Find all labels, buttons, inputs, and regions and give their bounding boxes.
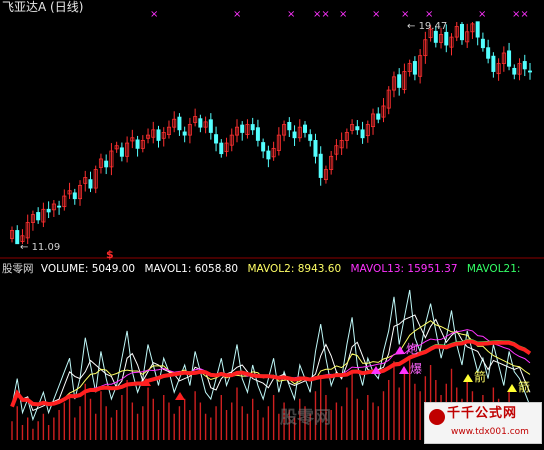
candle-body — [261, 142, 266, 152]
event-marker: ×× — [512, 9, 529, 20]
mavol1-value: MAVOL1: 6058.80 — [144, 263, 239, 275]
price-low-label: ← 11.09 — [20, 242, 61, 253]
event-marker: × — [401, 9, 409, 20]
event-marker: × — [478, 9, 486, 20]
brand-watermark: 千千公式网 www.tdx001.com — [424, 402, 542, 444]
candle-body — [119, 147, 124, 157]
explode-signal-triangle — [399, 366, 409, 374]
candle-body — [355, 126, 360, 131]
candle-body — [292, 131, 297, 139]
candle-body — [303, 124, 308, 133]
candle-body — [36, 212, 41, 221]
candle-body — [287, 122, 292, 131]
cannon-signal-label: 炮 — [406, 342, 418, 356]
candle-body — [15, 230, 20, 245]
trend-band — [10, 339, 532, 408]
candle-body — [88, 179, 93, 189]
candle-body — [57, 205, 62, 208]
candle-body — [266, 150, 271, 160]
mavol2-value: MAVOL2: 8943.60 — [247, 263, 342, 275]
cannon-signal-triangle — [395, 346, 405, 354]
arrow-signal-triangle — [463, 374, 473, 382]
candle-body — [250, 124, 255, 131]
candle-body — [318, 153, 323, 178]
arrow-signal-label: 箭 — [518, 379, 530, 394]
chart-title: 飞亚达A (日线) — [2, 0, 84, 14]
candle-body — [376, 113, 381, 120]
candle-body — [46, 208, 51, 213]
candle-body — [135, 139, 140, 149]
volume-line — [11, 289, 531, 422]
brand-title: 千千公式网 — [447, 406, 518, 421]
candle-body — [512, 67, 517, 75]
mavol13-value: MAVOL13: 15951.37 — [350, 263, 458, 275]
candle-body — [156, 129, 161, 141]
volume-indicator-header: 股零网 VOLUME: 5049.00 MAVOL1: 6058.80 MAVO… — [2, 263, 520, 276]
candle-body — [412, 61, 417, 75]
candle-body — [522, 61, 527, 70]
event-marker: × — [425, 9, 433, 20]
event-marker: × — [372, 9, 380, 20]
candle-body — [214, 134, 219, 144]
event-marker: × — [287, 9, 295, 20]
volume-value: VOLUME: 5049.00 — [40, 263, 136, 275]
mavol21-value: MAVOL21: — [466, 263, 521, 275]
candle-body — [240, 124, 245, 133]
site-watermark: 股零网 — [280, 408, 331, 428]
arrow-signal-triangle — [507, 384, 517, 392]
candle-body — [182, 131, 187, 136]
event-marker: ×× — [313, 9, 330, 20]
mavol21-line — [11, 338, 531, 407]
event-marker: × — [233, 9, 241, 20]
candle-body — [397, 74, 402, 88]
candle-body — [475, 21, 480, 38]
candle-body — [459, 23, 464, 41]
candle-body — [308, 134, 313, 141]
candle-body — [486, 47, 491, 59]
event-marker: × — [339, 9, 347, 20]
candle-body — [208, 119, 213, 133]
candle-body — [177, 116, 182, 131]
explode-signal-label: 爆 — [410, 362, 422, 376]
candle-body — [444, 31, 449, 46]
candle-body — [255, 127, 260, 141]
candle-body — [104, 160, 109, 168]
indicator-name: 股零网 — [2, 263, 34, 275]
mavol1-line — [11, 314, 531, 412]
brand-logo-icon — [429, 409, 445, 425]
candle-body — [491, 55, 496, 72]
event-marker: × — [150, 9, 158, 20]
candle-body — [219, 142, 224, 155]
candle-body — [528, 70, 533, 73]
candle-body — [198, 118, 203, 128]
arrow-signal-label: 箭 — [474, 369, 486, 384]
candle-body — [507, 50, 512, 67]
candle-body — [313, 140, 318, 157]
buy-signal-marker: $ — [106, 248, 114, 261]
stock-chart-window: × × × ×× × × × × × ×× 炮爆箭箭 飞亚达A (日线) ← 19.47 ← 11.… — [0, 0, 544, 446]
candle-body — [72, 192, 77, 200]
price-high-label: ← 19.47 — [407, 21, 448, 32]
chart-canvas[interactable]: × × × ×× × × × × × ××炮爆箭箭 — [0, 0, 544, 446]
brand-url: www.tdx001.com — [451, 427, 529, 437]
candle-body — [480, 38, 485, 49]
down-signal-triangle — [175, 392, 185, 400]
candle-body — [360, 129, 365, 139]
